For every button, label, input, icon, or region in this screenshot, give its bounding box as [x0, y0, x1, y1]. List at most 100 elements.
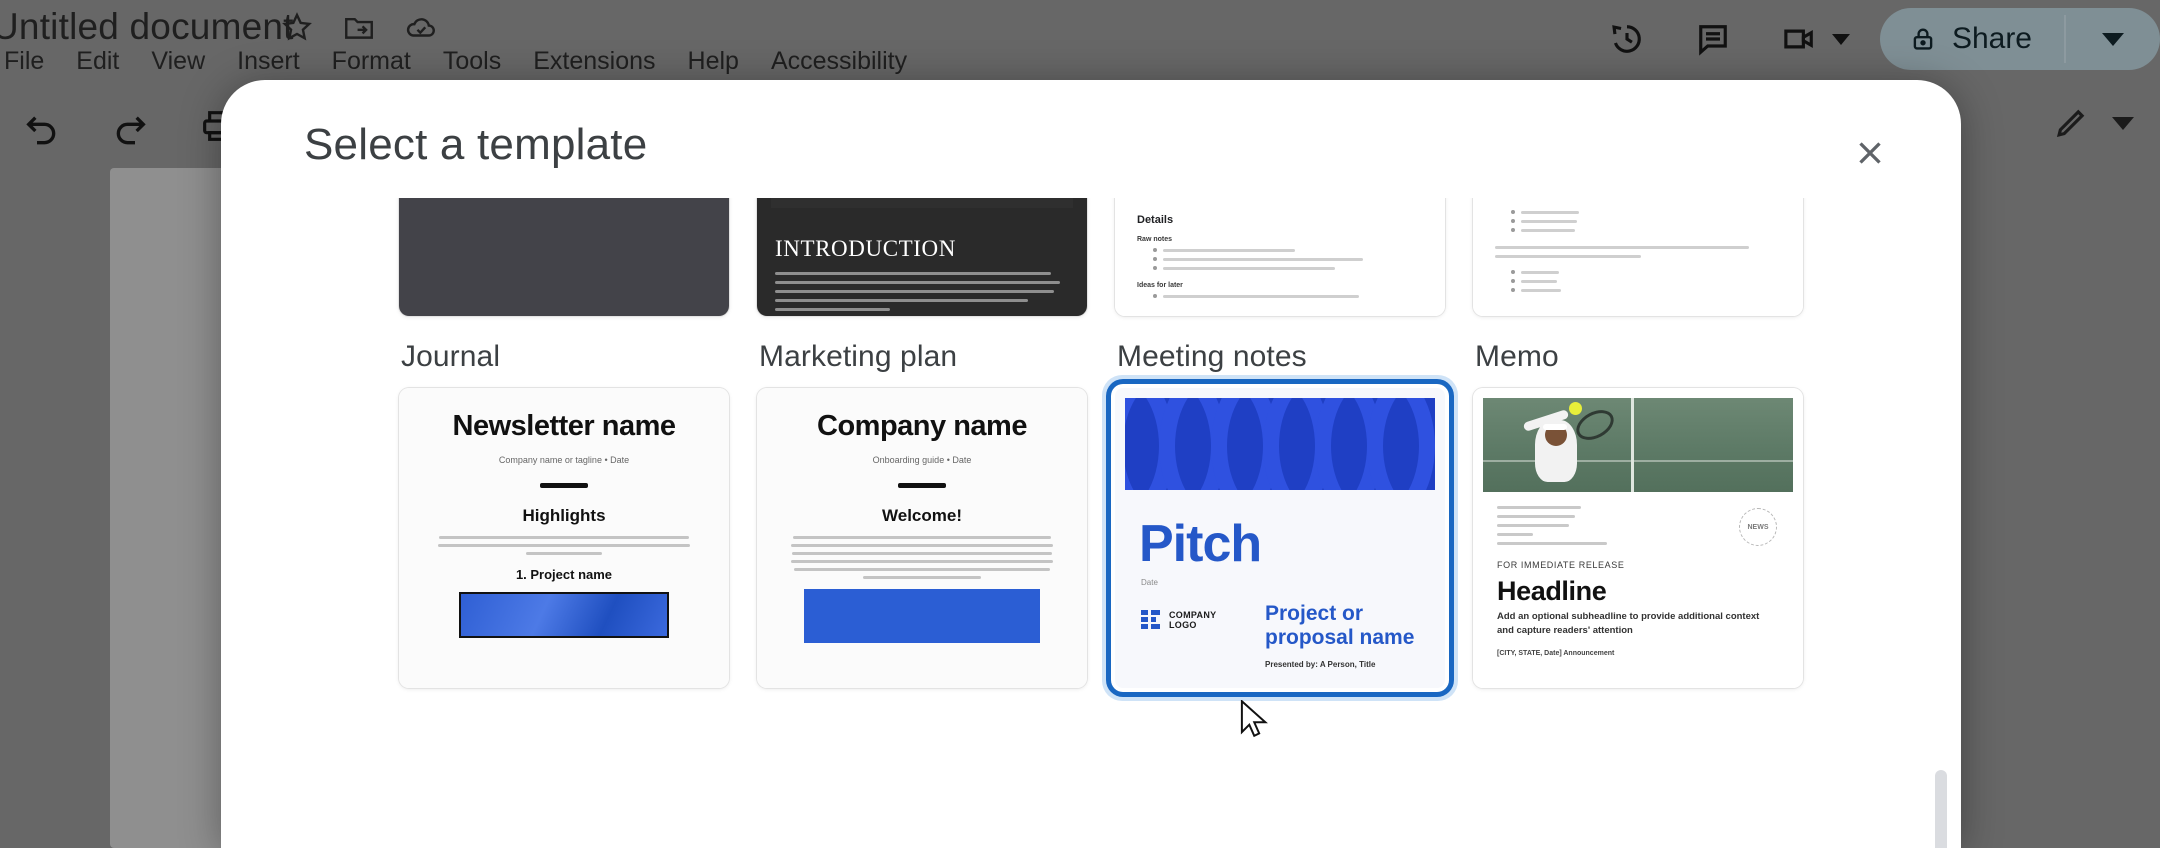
- template-thumbnail[interactable]: Company name Onboarding guide • Date Wel…: [757, 388, 1087, 688]
- edit-mode-control[interactable]: [2052, 104, 2134, 142]
- pitch-presented-by: Presented by: A Person, Title: [1265, 660, 1376, 669]
- scrollbar-thumb[interactable]: [1935, 770, 1947, 848]
- newsletter-body: [429, 536, 699, 555]
- menu-item-insert[interactable]: Insert: [221, 44, 316, 79]
- pitch-company-logo: COMPANY LOGO: [1141, 610, 1216, 631]
- mn-sub2: Ideas for later: [1137, 282, 1183, 289]
- close-icon: [1859, 142, 1881, 164]
- template-card-press-release[interactable]: NEWS FOR IMMEDIATE RELEASE Headline Add …: [1473, 388, 1831, 702]
- company-subtitle: Onboarding guide • Date: [872, 455, 972, 465]
- dialog-header: Select a template: [221, 80, 1961, 198]
- template-thumbnail[interactable]: Newsletter name Company name or tagline …: [399, 388, 729, 688]
- template-thumbnail[interactable]: NEWS FOR IMMEDIATE RELEASE Headline Add …: [1473, 388, 1803, 688]
- menu-item-edit[interactable]: Edit: [60, 44, 135, 79]
- template-label: Marketing plan: [759, 340, 958, 373]
- dialog-title: Select a template: [304, 120, 648, 169]
- pitch-date: Date: [1141, 578, 1158, 587]
- news-stamp: NEWS: [1739, 508, 1777, 546]
- press-subheadline: Add an optional subheadline to provide a…: [1497, 611, 1760, 637]
- document-title[interactable]: Untitled document: [0, 6, 294, 48]
- menu-item-extensions[interactable]: Extensions: [517, 44, 671, 79]
- template-thumbnail[interactable]: Highlights: [1473, 198, 1803, 316]
- move-to-folder-icon[interactable]: [342, 10, 376, 44]
- company-title: Company name: [817, 410, 1027, 442]
- share-divider: [2064, 15, 2066, 63]
- cloud-saved-icon[interactable]: [404, 10, 438, 44]
- template-label: Journal: [401, 340, 501, 373]
- press-release-cover: NEWS FOR IMMEDIATE RELEASE Headline Add …: [1473, 388, 1803, 688]
- newsletter-cover: Newsletter name Company name or tagline …: [399, 388, 729, 688]
- pitch-title: Pitch: [1139, 515, 1262, 573]
- press-headline: Headline: [1497, 576, 1607, 606]
- newsletter-heading: Highlights: [522, 506, 606, 525]
- dialog-scrollbar[interactable]: [1935, 208, 1947, 848]
- template-card-meeting-notes[interactable]: Summary or key decisions Action items De…: [1115, 198, 1473, 388]
- template-card-marketing-plan[interactable]: INTRODUCTION Marketing plan: [757, 198, 1115, 388]
- menu-item-file[interactable]: File: [0, 44, 60, 79]
- newsletter-title: Newsletter name: [452, 410, 677, 442]
- journal-cover: [399, 198, 729, 316]
- template-label: Memo: [1475, 340, 1559, 373]
- marketing-heading: INTRODUCTION: [775, 236, 956, 261]
- pencil-icon[interactable]: [2052, 104, 2090, 142]
- template-card-newsletter[interactable]: Newsletter name Company name or tagline …: [399, 388, 757, 702]
- title-icon-group: [280, 10, 438, 44]
- goalkeeper-photo: [771, 198, 1073, 208]
- mn-h3: Details: [1137, 214, 1174, 226]
- menu-item-format[interactable]: Format: [316, 44, 427, 79]
- template-scroll-area[interactable]: Journal INTRODUCTION Marketing plan Deta…: [221, 198, 1961, 848]
- menu-item-accessibility[interactable]: Accessibility: [755, 44, 923, 79]
- comment-icon[interactable]: [1692, 18, 1734, 60]
- marketing-cover: INTRODUCTION: [757, 198, 1087, 316]
- template-thumbnail[interactable]: INTRODUCTION: [757, 198, 1087, 316]
- template-thumbnail[interactable]: Summary or key decisions Action items De…: [1115, 198, 1445, 316]
- template-thumbnail-selected[interactable]: Pitch Date COMPANY LOGO Project or propo…: [1115, 388, 1445, 688]
- meeting-notes-cover: Summary or key decisions Action items De…: [1115, 198, 1445, 316]
- template-card-company-onboarding[interactable]: Company name Onboarding guide • Date Wel…: [757, 388, 1115, 702]
- header-actions: Share: [1584, 0, 2160, 78]
- menu-bar: File Edit View Insert Format Tools Exten…: [0, 44, 923, 79]
- redo-icon[interactable]: [110, 106, 150, 146]
- template-label: Meeting notes: [1117, 340, 1307, 373]
- menu-item-help[interactable]: Help: [672, 44, 755, 79]
- template-thumbnail[interactable]: [399, 198, 729, 316]
- menu-item-tools[interactable]: Tools: [427, 44, 517, 79]
- newsletter-numbered: 1. Project name: [515, 567, 613, 582]
- marketing-body: [775, 272, 1063, 316]
- pitch-hero-graphic: [1125, 398, 1435, 490]
- template-card-pitch[interactable]: Pitch Date COMPANY LOGO Project or propo…: [1115, 388, 1473, 702]
- undo-icon[interactable]: [22, 106, 62, 146]
- close-button[interactable]: [1841, 124, 1899, 182]
- share-button[interactable]: Share: [1879, 8, 2160, 70]
- press-contact-meta: [1497, 506, 1607, 551]
- company-logo-icon: [1141, 610, 1161, 630]
- newsletter-subtitle: Company name or tagline • Date: [498, 455, 630, 465]
- video-call-dropdown-caret[interactable]: [1831, 33, 1850, 45]
- menu-item-view[interactable]: View: [135, 44, 221, 79]
- company-heading: Welcome!: [882, 506, 962, 525]
- template-card-journal[interactable]: Journal: [399, 198, 757, 388]
- share-button-label: Share: [1951, 22, 2032, 55]
- version-history-icon[interactable]: [1606, 18, 1648, 60]
- company-image: [804, 589, 1040, 643]
- press-footer: [CITY, STATE, Date] Announcement: [1497, 650, 1615, 657]
- pitch-project-name: Project or proposal name: [1265, 602, 1415, 649]
- press-kicker: FOR IMMEDIATE RELEASE: [1497, 560, 1625, 570]
- mn-sub1: Raw notes: [1137, 236, 1173, 243]
- title-bar: Untitled document File Edit View Insert …: [0, 0, 2160, 78]
- company-body: [787, 536, 1057, 579]
- newsletter-image: [459, 592, 669, 638]
- template-card-memo[interactable]: Highlights: [1473, 198, 1831, 388]
- company-cover: Company name Onboarding guide • Date Wel…: [757, 388, 1087, 688]
- share-dropdown-caret[interactable]: [2102, 32, 2124, 46]
- memo-cover: Highlights: [1473, 198, 1803, 316]
- edit-mode-dropdown-caret[interactable]: [2112, 116, 2134, 130]
- tennis-photo: [1483, 398, 1793, 492]
- pitch-cover: Pitch Date COMPANY LOGO Project or propo…: [1115, 388, 1445, 688]
- video-call-icon[interactable]: [1778, 18, 1820, 60]
- template-gallery-dialog: Select a template Journal INTRODUCTION M…: [221, 80, 1961, 848]
- star-icon[interactable]: [280, 10, 314, 44]
- lock-icon: [1908, 24, 1938, 54]
- template-grid: Journal INTRODUCTION Marketing plan Deta…: [221, 198, 1831, 702]
- company-logo-text: COMPANY LOGO: [1169, 610, 1217, 631]
